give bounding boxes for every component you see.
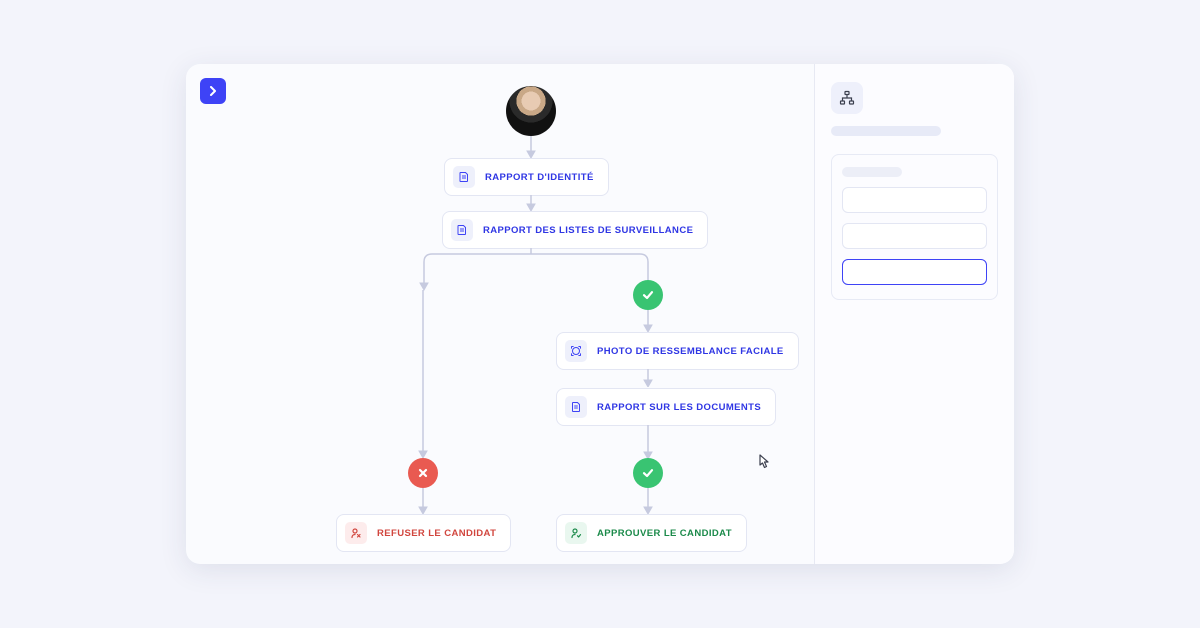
node-label: PHOTO DE RESSEMBLANCE FACIALE bbox=[597, 346, 784, 357]
connector bbox=[526, 136, 536, 158]
connector bbox=[418, 488, 428, 514]
skeleton-input[interactable] bbox=[842, 223, 987, 249]
node-facial-match[interactable]: PHOTO DE RESSEMBLANCE FACIALE bbox=[556, 332, 799, 370]
node-label: RAPPORT D'IDENTITÉ bbox=[485, 172, 594, 183]
skeleton-input-active[interactable] bbox=[842, 259, 987, 285]
node-approve[interactable]: APPROUVER LE CANDIDAT bbox=[556, 514, 747, 552]
node-label: APPROUVER LE CANDIDAT bbox=[597, 528, 732, 539]
document-icon bbox=[565, 396, 587, 418]
node-label: RAPPORT SUR LES DOCUMENTS bbox=[597, 402, 761, 413]
connector bbox=[526, 195, 536, 211]
side-panel bbox=[814, 64, 1014, 564]
side-form-skeleton bbox=[831, 154, 998, 300]
skeleton-input[interactable] bbox=[842, 187, 987, 213]
report-icon bbox=[451, 219, 473, 241]
connector bbox=[418, 290, 428, 458]
user-reject-icon bbox=[345, 522, 367, 544]
workflow-canvas[interactable]: RAPPORT D'IDENTITÉ RAPPORT DES LISTES DE… bbox=[186, 64, 814, 564]
connector-branch bbox=[416, 248, 656, 292]
node-watchlist-report[interactable]: RAPPORT DES LISTES DE SURVEILLANCE bbox=[442, 211, 708, 249]
face-match-icon bbox=[565, 340, 587, 362]
flowchart: RAPPORT D'IDENTITÉ RAPPORT DES LISTES DE… bbox=[186, 64, 814, 564]
connector bbox=[643, 369, 653, 387]
report-icon bbox=[453, 166, 475, 188]
node-document-report[interactable]: RAPPORT SUR LES DOCUMENTS bbox=[556, 388, 776, 426]
check-circle-icon[interactable] bbox=[633, 280, 663, 310]
app-window: RAPPORT D'IDENTITÉ RAPPORT DES LISTES DE… bbox=[186, 64, 1014, 564]
user-approve-icon bbox=[565, 522, 587, 544]
pointer-cursor-icon bbox=[756, 454, 772, 472]
connector bbox=[643, 425, 653, 459]
node-label: REFUSER LE CANDIDAT bbox=[377, 528, 496, 539]
candidate-avatar bbox=[506, 86, 556, 136]
flowchart-icon-tile[interactable] bbox=[831, 82, 863, 114]
node-reject[interactable]: REFUSER LE CANDIDAT bbox=[336, 514, 511, 552]
flowchart-icon bbox=[839, 90, 855, 106]
skeleton-label bbox=[842, 167, 902, 177]
cross-circle-icon[interactable] bbox=[408, 458, 438, 488]
node-identity-report[interactable]: RAPPORT D'IDENTITÉ bbox=[444, 158, 609, 196]
connector bbox=[643, 310, 653, 332]
connector bbox=[643, 488, 653, 514]
skeleton-title bbox=[831, 126, 941, 136]
node-label: RAPPORT DES LISTES DE SURVEILLANCE bbox=[483, 225, 693, 236]
check-circle-icon[interactable] bbox=[633, 458, 663, 488]
